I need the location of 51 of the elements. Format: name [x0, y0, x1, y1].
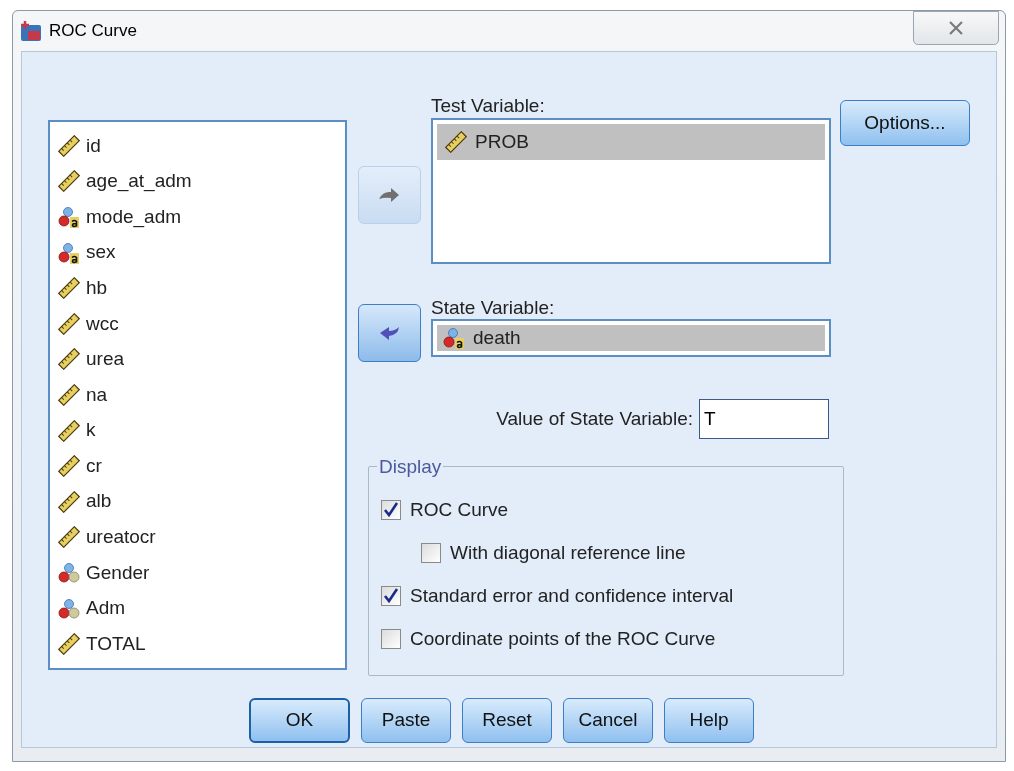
variable-item[interactable]: mode_adm: [58, 199, 345, 235]
checkbox[interactable]: [381, 629, 401, 649]
test-variable-list[interactable]: PROB: [431, 118, 831, 264]
variable-item[interactable]: hb: [58, 270, 345, 306]
variable-item[interactable]: PROB: [437, 124, 825, 160]
variable-item[interactable]: cr: [58, 448, 345, 484]
nominal-icon: [58, 561, 80, 584]
nominal-icon: [58, 597, 80, 620]
nominal-string-icon: [58, 241, 80, 264]
arrow-right-icon: [377, 185, 401, 205]
variable-item[interactable]: sex: [58, 234, 345, 271]
nominal-string-icon: [443, 327, 465, 349]
checkbox-label[interactable]: Coordinate points of the ROC Curve: [410, 624, 716, 654]
move-left-button[interactable]: [357, 304, 421, 362]
state-variable-field[interactable]: death: [431, 319, 831, 357]
state-variable-label: State Variable:: [431, 296, 556, 319]
checkbox-label[interactable]: Standard error and confidence interval: [410, 581, 734, 611]
variable-item[interactable]: na: [58, 377, 345, 413]
nominal-string-icon: [58, 206, 80, 228]
variable-item[interactable]: alb: [58, 483, 345, 520]
checkbox[interactable]: [381, 500, 401, 520]
dialog-button[interactable]: Cancel: [563, 698, 653, 743]
dialog-button[interactable]: Paste: [361, 698, 451, 743]
options-button[interactable]: Options...: [840, 100, 970, 146]
dialog-button[interactable]: Help: [664, 698, 754, 743]
state-value-label: Value of State Variable:: [496, 406, 693, 431]
dialog-button[interactable]: Reset: [462, 698, 552, 743]
variable-item[interactable]: age_at_adm: [58, 163, 345, 200]
variable-item[interactable]: Gender: [58, 555, 345, 591]
variable-item[interactable]: id: [58, 128, 345, 164]
window-title: ROC Curve: [49, 20, 137, 43]
variable-item[interactable]: k: [58, 412, 345, 449]
variable-item[interactable]: wcc: [58, 305, 345, 342]
dialog-button[interactable]: OK: [249, 698, 350, 743]
checkbox-label[interactable]: ROC Curve: [410, 495, 509, 525]
test-variable-label: Test Variable:: [431, 94, 546, 118]
checkbox-label[interactable]: With diagonal reference line: [450, 538, 686, 568]
check-icon: [383, 588, 399, 604]
state-value-field[interactable]: T: [699, 399, 829, 439]
app-icon: [19, 19, 43, 43]
close-icon: [948, 21, 964, 35]
variable-item[interactable]: urea: [58, 341, 345, 378]
source-variable-list[interactable]: id age_at_adm mode_adm sex hb wcc urea na k cr alb ureatocr Gender Adm TOTAL: [48, 120, 347, 670]
check-icon: [383, 502, 399, 518]
variable-item[interactable]: ureatocr: [58, 519, 345, 556]
variable-item[interactable]: Adm: [58, 590, 345, 627]
close-button[interactable]: [913, 11, 999, 45]
variable-item[interactable]: TOTAL: [58, 626, 345, 662]
checkbox[interactable]: [421, 543, 441, 563]
checkbox[interactable]: [381, 586, 401, 606]
variable-item[interactable]: death: [437, 325, 825, 351]
